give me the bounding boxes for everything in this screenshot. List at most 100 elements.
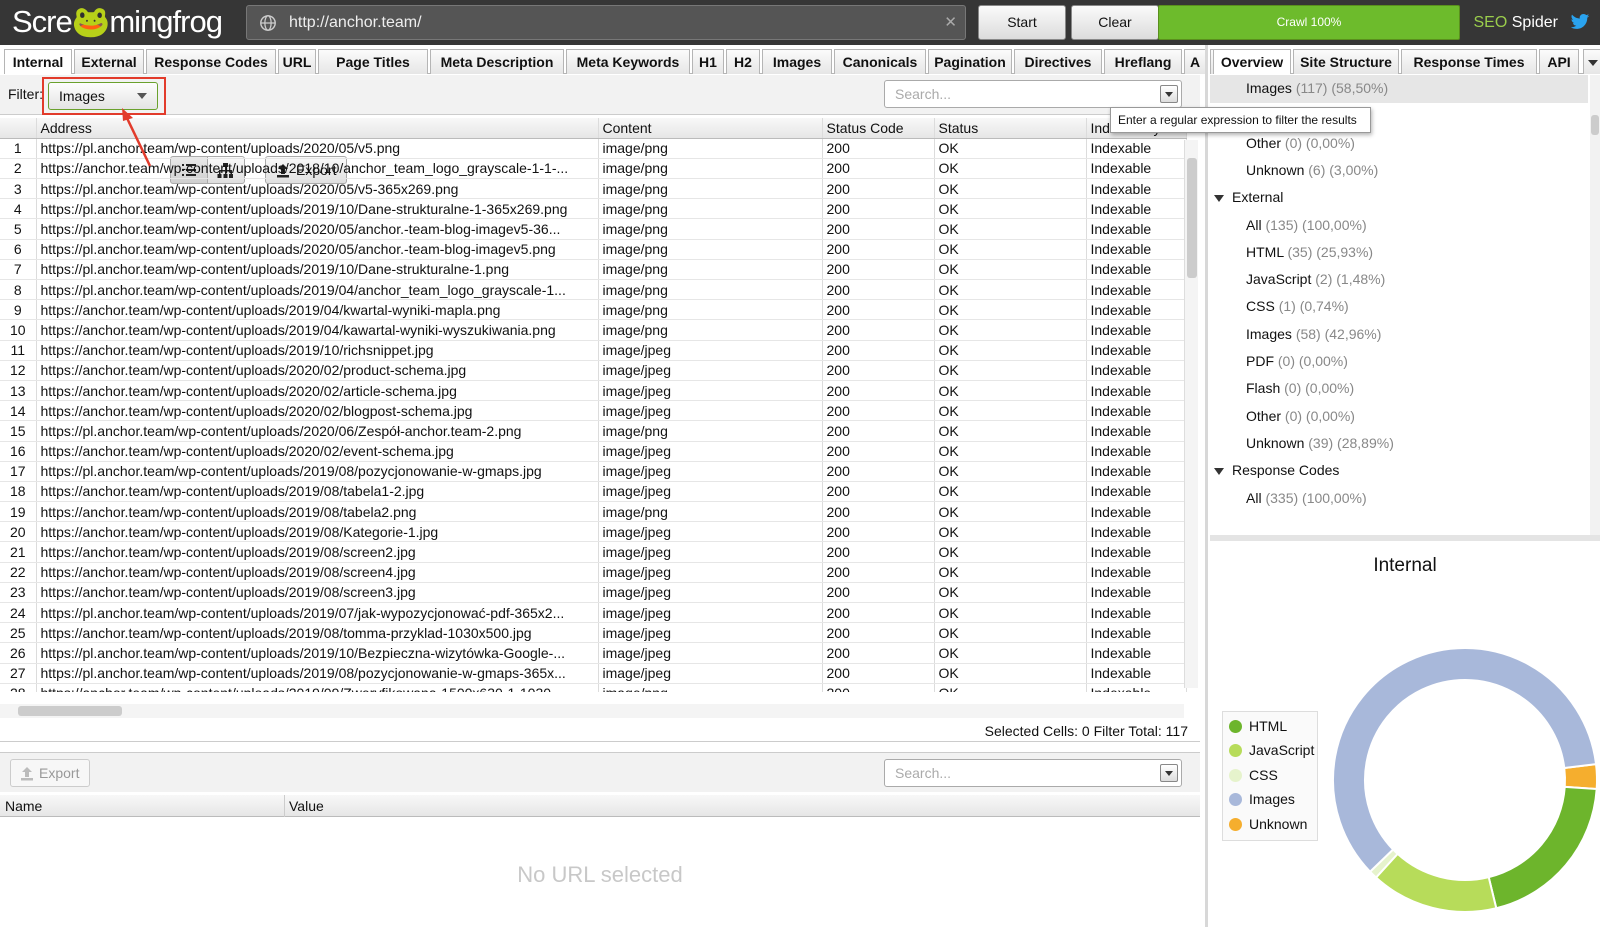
status-cell[interactable]: OK [934, 178, 1087, 200]
table-row[interactable]: 3 https://pl.anchor.team/wp-content/uploa… [0, 178, 1187, 200]
address-cell[interactable]: https://anchor.team/wp-content/uploads/2… [36, 481, 599, 503]
right-tab-site-structure[interactable]: Site Structure [1293, 49, 1399, 74]
row-index[interactable]: 3 [0, 178, 37, 200]
table-row[interactable]: 2 https://anchor.team/wp-content/uploads/… [0, 158, 1187, 180]
address-cell[interactable]: https://anchor.team/wp-content/uploads/2… [36, 501, 599, 523]
address-cell[interactable]: https://anchor.team/wp-content/uploads/2… [36, 582, 599, 604]
table-row[interactable]: 28https://anchor.team/wp-content/uploads… [0, 683, 1187, 692]
address-cell[interactable]: https://anchor.team/wp-content/uploads/2… [36, 562, 599, 583]
status-cell[interactable]: OK [934, 319, 1087, 341]
indexability-cell[interactable]: Indexable [1086, 340, 1187, 361]
right-tab-response-times[interactable]: Response Times [1401, 49, 1537, 74]
tab-meta-keywords[interactable]: Meta Keywords [566, 49, 690, 74]
address-cell[interactable]: https://pl.anchor.team/wp-content/upload… [36, 279, 599, 301]
status-code-cell[interactable]: 200 [822, 178, 935, 200]
status-cell[interactable]: OK [934, 420, 1087, 442]
clear-url-icon[interactable]: ✕ [944, 6, 957, 39]
row-index[interactable]: 15 [0, 420, 37, 442]
col-content[interactable]: Content [598, 118, 823, 139]
status-cell[interactable]: OK [934, 481, 1087, 503]
status-cell[interactable]: OK [934, 198, 1087, 220]
content-cell[interactable]: image/jpeg [598, 521, 823, 543]
address-cell[interactable]: https://anchor.team/wp-content/uploads/2… [36, 380, 599, 402]
address-cell[interactable]: https://pl.anchor.team/wp-content/upload… [36, 259, 599, 281]
scroll-thumb[interactable] [1591, 115, 1599, 135]
indexability-cell[interactable]: Indexable [1086, 582, 1187, 604]
overview-item[interactable]: Unknown (6) (3,00%) [1210, 157, 1588, 185]
table-row[interactable]: 9 https://anchor.team/wp-content/uploads/… [0, 299, 1187, 321]
indexability-cell[interactable]: Indexable [1086, 239, 1187, 260]
right-pane-divider[interactable] [1210, 535, 1600, 541]
tab-directives[interactable]: Directives [1014, 49, 1102, 74]
row-index[interactable]: 19 [0, 501, 37, 523]
table-row[interactable]: 26 https://pl.anchor.team/wp-content/uplo… [0, 642, 1187, 664]
indexability-cell[interactable]: Indexable [1086, 299, 1187, 321]
status-code-cell[interactable]: 200 [822, 541, 935, 563]
table-row[interactable]: 14 https://anchor.team/wp-content/uploads… [0, 400, 1187, 422]
lower-search-input[interactable]: Search... [884, 759, 1182, 787]
content-cell[interactable]: image/jpeg [598, 461, 823, 482]
row-index[interactable]: 12 [0, 360, 37, 381]
table-row[interactable]: 10 https://anchor.team/wp-content/uploads… [0, 319, 1187, 341]
row-index[interactable]: 7 [0, 259, 37, 281]
status-cell[interactable]: OK [934, 239, 1087, 260]
status-cell[interactable]: OK [934, 158, 1087, 180]
row-index[interactable]: 5 [0, 218, 37, 240]
status-code-cell[interactable]: 200 [822, 622, 935, 644]
address-cell[interactable]: https://pl.anchor.team/wp-content/upload… [36, 602, 599, 624]
tab-meta-description[interactable]: Meta Description [430, 49, 564, 74]
status-code-cell[interactable]: 200 [822, 420, 935, 442]
row-index[interactable]: 22 [0, 562, 37, 583]
status-cell[interactable]: OK [934, 582, 1087, 604]
status-code-cell[interactable]: 200 [822, 380, 935, 402]
status-code-cell[interactable]: 200 [822, 582, 935, 604]
indexability-cell[interactable]: Indexable [1086, 198, 1187, 220]
content-cell[interactable]: image/jpeg [598, 340, 823, 361]
table-row[interactable]: 11 https://anchor.team/wp-content/uploads… [0, 340, 1187, 361]
address-cell[interactable]: https://pl.anchor.team/wp-content/upload… [36, 642, 599, 664]
content-cell[interactable]: image/jpeg [598, 642, 823, 664]
search-dropdown-icon[interactable] [1160, 85, 1178, 103]
content-cell[interactable]: image/jpeg [598, 541, 823, 563]
tab-hreflang[interactable]: Hreflang [1104, 49, 1182, 74]
overview-item[interactable]: Images (117) (58,50%) [1210, 75, 1588, 103]
row-index[interactable]: 28 [0, 683, 37, 692]
status-cell[interactable]: OK [934, 663, 1087, 684]
row-index[interactable]: 18 [0, 481, 37, 503]
status-code-cell[interactable]: 200 [822, 683, 935, 692]
scroll-thumb[interactable] [1187, 158, 1197, 278]
table-row[interactable]: 17 https://pl.anchor.team/wp-content/uplo… [0, 461, 1187, 482]
table-row[interactable]: 18 https://anchor.team/wp-content/uploads… [0, 481, 1187, 503]
row-index[interactable]: 13 [0, 380, 37, 402]
table-row[interactable]: 12 https://anchor.team/wp-content/uploads… [0, 360, 1187, 381]
row-index[interactable]: 9 [0, 299, 37, 321]
status-cell[interactable]: OK [934, 642, 1087, 664]
address-cell[interactable]: https://anchor.team/wp-content/uploads/2… [36, 319, 599, 341]
status-cell[interactable]: OK [934, 400, 1087, 422]
status-code-cell[interactable]: 200 [822, 198, 935, 220]
content-cell[interactable]: image/png [598, 178, 823, 200]
overview-item[interactable]: Unknown (39) (28,89%) [1210, 430, 1588, 458]
indexability-cell[interactable]: Indexable [1086, 521, 1187, 543]
indexability-cell[interactable]: Indexable [1086, 420, 1187, 442]
expand-triangle-icon[interactable] [1214, 467, 1224, 475]
content-cell[interactable]: image/jpeg [598, 622, 823, 644]
indexability-cell[interactable]: Indexable [1086, 178, 1187, 200]
status-cell[interactable]: OK [934, 622, 1087, 644]
address-cell[interactable]: https://pl.anchor.team/wp-content/upload… [36, 420, 599, 442]
row-index[interactable]: 16 [0, 441, 37, 462]
col-name[interactable]: Name [5, 795, 42, 817]
tab-a[interactable]: A [1184, 49, 1206, 74]
content-cell[interactable]: image/png [598, 198, 823, 220]
overview-item[interactable]: HTML (35) (25,93%) [1210, 239, 1588, 267]
indexability-cell[interactable]: Indexable [1086, 663, 1187, 684]
status-cell[interactable]: OK [934, 461, 1087, 482]
overview-item[interactable]: Response Codes [1210, 457, 1588, 485]
table-row[interactable]: 19 https://anchor.team/wp-content/uploads… [0, 501, 1187, 523]
content-cell[interactable]: image/jpeg [598, 663, 823, 684]
tab-h1[interactable]: H1 [692, 49, 724, 74]
status-cell[interactable]: OK [934, 138, 1087, 159]
address-cell[interactable]: https://pl.anchor.team/wp-content/upload… [36, 178, 599, 200]
content-cell[interactable]: image/jpeg [598, 380, 823, 402]
address-cell[interactable]: https://pl.anchor.team/wp-content/upload… [36, 239, 599, 260]
